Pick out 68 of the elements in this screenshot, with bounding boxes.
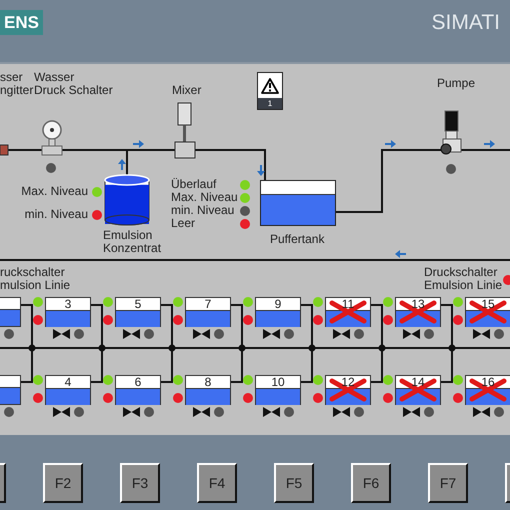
device-label: Wasser [34, 71, 76, 84]
valve-icon [53, 407, 70, 417]
function-key[interactable]: F5 [274, 463, 314, 503]
valve-icon [403, 329, 420, 339]
arrow-right-icon [484, 140, 495, 148]
pressure-gauge-icon [40, 120, 64, 156]
device-label: Mixer [172, 84, 202, 97]
tank-number: 9 [274, 298, 282, 310]
device-label: Konzentrat [103, 242, 162, 255]
warning-icon [261, 78, 279, 94]
product-name: SIMATI [432, 11, 500, 35]
valve-icon [333, 407, 350, 417]
valve-icon [333, 329, 350, 339]
tank-number: 8 [204, 376, 212, 388]
valve-icon [473, 329, 490, 339]
tank-number: 13 [410, 298, 426, 310]
device-label: Druck Schalter [34, 84, 113, 97]
fitting-icon [0, 144, 9, 156]
indicator-label: min. Niveau [24, 208, 88, 221]
alarm-count: 1 [258, 98, 282, 109]
valve-icon [473, 407, 490, 417]
valve-icon [263, 329, 280, 339]
function-key[interactable]: F7 [428, 463, 468, 503]
valve-icon [123, 329, 140, 339]
valve-icon [53, 329, 70, 339]
indicator-label: Max. Niveau [20, 185, 88, 198]
tank-number: 12 [340, 376, 356, 388]
indicator-label: Max. Niveau [171, 191, 239, 204]
arrow-right-icon [385, 140, 396, 148]
tank-number: 15 [480, 298, 496, 310]
device-label: Druckschalter [424, 266, 498, 279]
tank-number: 10 [270, 376, 286, 388]
valve-icon [123, 407, 140, 417]
tank-number: 4 [64, 376, 72, 388]
tank-number: 6 [134, 376, 142, 388]
alarm-indicator[interactable]: 1 [257, 72, 283, 110]
valve-icon [193, 329, 210, 339]
mixer-icon [174, 102, 196, 159]
function-key[interactable]: F2 [43, 463, 83, 503]
device-label: Emulsion Linie [424, 279, 502, 292]
cylinder-tank [104, 174, 150, 226]
tank-number: 3 [64, 298, 72, 310]
function-key[interactable]: F3 [120, 463, 160, 503]
function-key[interactable]: F4 [197, 463, 237, 503]
arrow-right-icon [133, 140, 144, 148]
tank-number: 14 [410, 376, 426, 388]
arrow-down-icon [257, 165, 265, 176]
indicator-label: min. Niveau [171, 204, 236, 217]
device-label: ruckschalter [0, 266, 66, 279]
valve-icon [403, 407, 420, 417]
device-label: ngitter [0, 84, 34, 97]
device-label: mulsion Linie [0, 279, 70, 292]
valve-icon [263, 407, 280, 417]
device-label: Emulsion [103, 229, 154, 242]
device-label: Puffertank [270, 233, 324, 246]
arrow-up-icon [118, 159, 126, 170]
tank-number: 11 [340, 298, 356, 310]
indicator-label: Leer [171, 217, 196, 230]
device-label: Pumpe [437, 77, 476, 90]
brand-logo: ENS [0, 10, 43, 35]
tank-number: 7 [204, 298, 212, 310]
function-key[interactable]: F6 [351, 463, 391, 503]
arrow-left-icon [395, 250, 406, 258]
tank-number: 5 [134, 298, 142, 310]
device-label: sser [0, 71, 24, 84]
tank-number: 16 [480, 376, 496, 388]
valve-icon [193, 407, 210, 417]
indicator-label: Überlauf [171, 178, 218, 191]
